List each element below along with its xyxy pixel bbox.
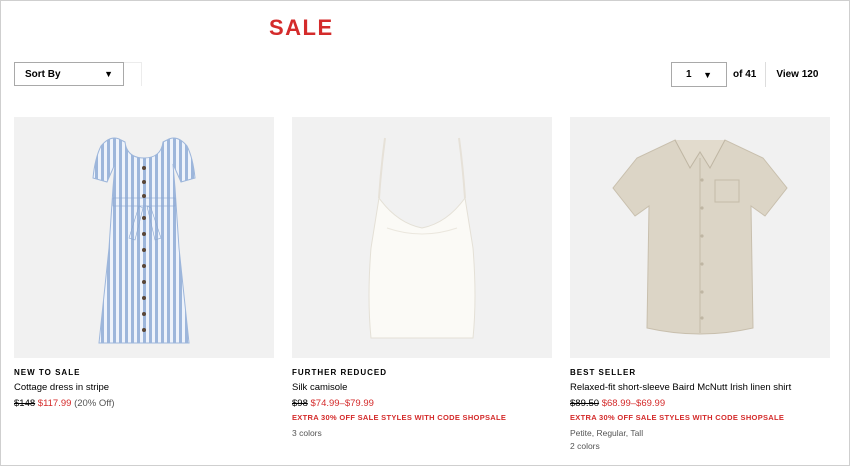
product-name[interactable]: Cottage dress in stripe	[14, 382, 274, 393]
product-image-camisole[interactable]	[292, 117, 552, 358]
page-number: 1	[686, 69, 692, 80]
discount-percent: (20% Off)	[74, 398, 115, 409]
pagination: 1 ▼ of 41 View 120	[671, 62, 818, 87]
chevron-down-icon: ▼	[104, 69, 113, 79]
product-card: NEW TO SALE Cottage dress in stripe $148…	[14, 117, 274, 409]
product-prices: $98 $74.99–$79.99	[292, 398, 552, 409]
page-title: SALE	[269, 15, 334, 40]
product-card: FURTHER REDUCED Silk camisole $98 $74.99…	[292, 117, 552, 438]
page-select[interactable]: 1 ▼	[671, 62, 727, 87]
sale-price: $117.99	[37, 398, 72, 409]
product-name[interactable]: Silk camisole	[292, 382, 552, 393]
camisole-icon	[368, 137, 476, 338]
sort-by-label: Sort By	[25, 68, 61, 80]
dress-icon	[92, 137, 196, 343]
original-price: $148	[14, 398, 36, 409]
product-badge: NEW TO SALE	[14, 368, 81, 377]
view-120-link[interactable]: View 120	[776, 69, 818, 80]
color-count[interactable]: 2 colors	[570, 441, 830, 451]
product-image-shirt[interactable]	[570, 117, 830, 358]
promo-message: EXTRA 30% OFF SALE STYLES WITH CODE SHOP…	[570, 413, 785, 422]
product-badge: FURTHER REDUCED	[292, 368, 387, 377]
product-name[interactable]: Relaxed-fit short-sleeve Baird McNutt Ir…	[570, 382, 830, 393]
promo-message: EXTRA 30% OFF SALE STYLES WITH CODE SHOP…	[292, 413, 507, 422]
sale-price: $74.99–$79.99	[310, 398, 374, 409]
color-count[interactable]: 3 colors	[292, 428, 552, 438]
product-prices: $148 $117.99 (20% Off)	[14, 398, 274, 409]
product-prices: $89.50 $68.99–$69.99	[570, 398, 830, 409]
sort-shadow	[124, 62, 142, 86]
page-total: of 41	[733, 69, 757, 80]
product-badge: BEST SELLER	[570, 368, 637, 377]
divider	[765, 62, 767, 87]
product-image-dress[interactable]	[14, 117, 274, 358]
shirt-icon	[612, 138, 788, 334]
product-card: BEST SELLER Relaxed-fit short-sleeve Bai…	[570, 117, 830, 451]
original-price: $98	[292, 398, 308, 409]
sort-by-dropdown[interactable]: Sort By ▼	[14, 62, 124, 86]
size-options: Petite, Regular, Tall	[570, 428, 644, 438]
chevron-down-icon: ▼	[703, 69, 712, 80]
original-price: $89.50	[570, 398, 600, 409]
sale-price: $68.99–$69.99	[601, 398, 666, 409]
